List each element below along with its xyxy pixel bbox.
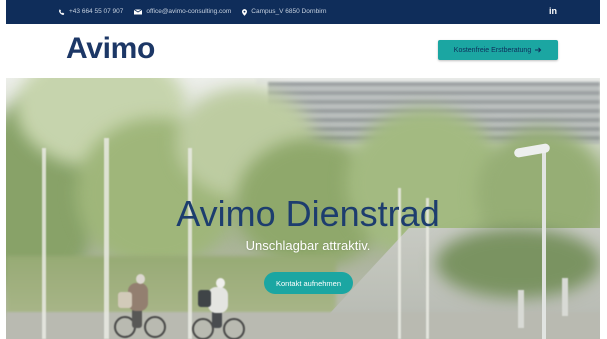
hero-banner: Avimo Dienstrad Unschlagbar attraktiv. K… [6,78,600,339]
linkedin-link[interactable]: in [549,6,557,17]
contact-button[interactable]: Kontakt aufnehmen [264,272,353,294]
site-header: Avimo Kostenfreie Erstberatung [6,24,600,78]
email-address: office@avimo-consulting.com [146,8,232,15]
map-pin-icon [242,8,248,16]
hero-subtitle: Unschlagbar attraktiv. [245,238,371,253]
arrow-right-icon [535,47,542,53]
phone-number: +43 664 55 07 907 [69,8,124,15]
phone-icon [58,8,65,16]
address-text: Campus_V 6850 Dornbirn [251,8,327,15]
linkedin-icon: in [549,6,557,16]
address-info: Campus_V 6850 Dornbirn [242,8,326,16]
top-contact-bar: +43 664 55 07 907 office@avimo-consultin… [6,0,600,24]
contact-info-list: +43 664 55 07 907 office@avimo-consultin… [58,0,326,24]
free-consultation-button[interactable]: Kostenfreie Erstberatung [438,40,558,60]
hero-title: Avimo Dienstrad [176,193,440,234]
cta-label: Kostenfreie Erstberatung [453,46,532,54]
avimo-logo[interactable]: Avimo [66,34,155,64]
envelope-icon [134,9,143,15]
email-link[interactable]: office@avimo-consulting.com [134,8,231,16]
phone-link[interactable]: +43 664 55 07 907 [58,8,123,16]
